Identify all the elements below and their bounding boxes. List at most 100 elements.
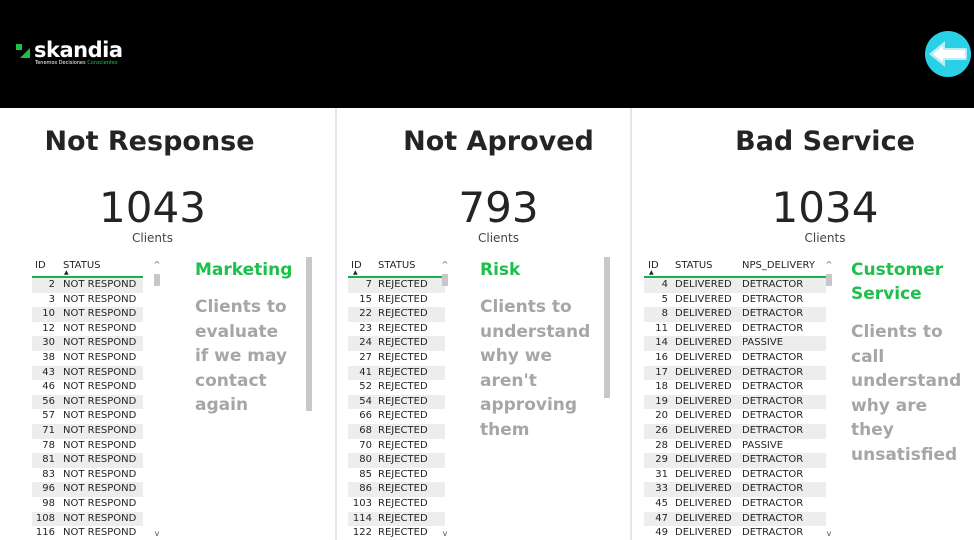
table-row[interactable]: 103 REJECTED: [348, 497, 445, 512]
cell-status: DELIVERED: [675, 366, 732, 378]
table-row[interactable]: 66 REJECTED: [348, 409, 445, 424]
scroll-thumb[interactable]: [826, 274, 832, 286]
table-row[interactable]: 46 NOT RESPOND: [32, 380, 143, 395]
table-row[interactable]: 80 REJECTED: [348, 453, 445, 468]
cell-id: 15: [359, 293, 372, 305]
column-header-id[interactable]: ID: [35, 260, 46, 271]
cell-status: NOT RESPOND: [63, 527, 137, 539]
table-row[interactable]: 43 NOT RESPOND: [32, 365, 143, 381]
table-row[interactable]: 47 DELIVERED DETRACTOR: [644, 511, 826, 527]
table-row[interactable]: 68 REJECTED: [348, 423, 445, 439]
table-row[interactable]: 20 DELIVERED DETRACTOR: [644, 409, 826, 424]
cell-status: DELIVERED: [675, 424, 732, 436]
cell-id: 66: [359, 410, 372, 422]
column-header-nps-delivery[interactable]: NPS_DELIVERY: [742, 260, 815, 271]
status-table[interactable]: ID STATUS ▲ 2 NOT RESPOND 3 NOT RESPOND 10 NO…: [32, 258, 143, 540]
cell-status: DELIVERED: [675, 337, 732, 349]
table-row[interactable]: 116 NOT RESPOND: [32, 526, 143, 540]
table-row[interactable]: 26 DELIVERED DETRACTOR: [644, 423, 826, 439]
table-row[interactable]: 56 NOT RESPOND: [32, 394, 143, 410]
table-row[interactable]: 29 DELIVERED DETRACTOR: [644, 453, 826, 468]
cell-id: 30: [42, 337, 55, 349]
cell-nps-delivery: DETRACTOR: [742, 497, 804, 509]
table-row[interactable]: 19 DELIVERED DETRACTOR: [644, 394, 826, 410]
table-row[interactable]: 31 DELIVERED DETRACTOR: [644, 468, 826, 483]
scroll-down-icon[interactable]: v: [153, 529, 161, 538]
scroll-up-icon[interactable]: ^: [825, 260, 833, 269]
cell-id: 108: [35, 512, 55, 524]
cell-status: REJECTED: [378, 454, 428, 466]
table-row[interactable]: 22 REJECTED: [348, 307, 445, 322]
table-row[interactable]: 81 NOT RESPOND: [32, 453, 143, 468]
back-button[interactable]: [925, 31, 971, 77]
table-row[interactable]: 4 DELIVERED DETRACTOR: [644, 278, 826, 293]
table-row[interactable]: 5 DELIVERED DETRACTOR: [644, 293, 826, 308]
status-table[interactable]: ID ▲ STATUS 7 REJECTED 15 REJECTED 22 REJECTE…: [348, 258, 445, 540]
text-scrollbar[interactable]: [604, 257, 610, 398]
table-header: ID ▲ STATUS: [348, 258, 445, 278]
table-row[interactable]: 78 NOT RESPOND: [32, 439, 143, 454]
scroll-thumb[interactable]: [154, 274, 160, 286]
cell-status: REJECTED: [378, 293, 428, 305]
table-scrollbar[interactable]: ^ v: [441, 260, 449, 540]
table-row[interactable]: 114 REJECTED: [348, 511, 445, 527]
table-row[interactable]: 57 NOT RESPOND: [32, 409, 143, 424]
team-description: Clients to call understand why are they …: [851, 322, 962, 465]
cell-id: 96: [42, 483, 55, 495]
table-row[interactable]: 18 DELIVERED DETRACTOR: [644, 380, 826, 395]
scroll-up-icon[interactable]: ^: [153, 260, 161, 269]
table-row[interactable]: 7 REJECTED: [348, 278, 445, 293]
column-header-status[interactable]: STATUS: [675, 260, 713, 271]
scroll-down-icon[interactable]: v: [825, 529, 833, 538]
table-row[interactable]: 83 NOT RESPOND: [32, 468, 143, 483]
panel-bad-service: Bad Service 1034 Clients ID ▲ STATUS NPS…: [632, 108, 974, 540]
cell-id: 47: [655, 512, 668, 524]
scroll-thumb[interactable]: [442, 274, 448, 286]
table-row[interactable]: 52 REJECTED: [348, 380, 445, 395]
table-row[interactable]: 12 NOT RESPOND: [32, 322, 143, 337]
table-row[interactable]: 86 REJECTED: [348, 482, 445, 497]
cell-id: 43: [42, 366, 55, 378]
table-scrollbar[interactable]: ^ v: [825, 260, 833, 540]
cell-status: DELIVERED: [675, 483, 732, 495]
status-table[interactable]: ID ▲ STATUS NPS_DELIVERY 4 DELIVERED DETRA…: [644, 258, 826, 540]
table-row[interactable]: 85 REJECTED: [348, 468, 445, 483]
table-row[interactable]: 3 NOT RESPOND: [32, 293, 143, 308]
table-row[interactable]: 24 REJECTED: [348, 336, 445, 351]
cell-id: 3: [48, 293, 55, 305]
scroll-down-icon[interactable]: v: [441, 529, 449, 538]
table-row[interactable]: 23 REJECTED: [348, 322, 445, 337]
table-row[interactable]: 16 DELIVERED DETRACTOR: [644, 351, 826, 366]
table-row[interactable]: 2 NOT RESPOND: [32, 278, 143, 293]
table-row[interactable]: 15 REJECTED: [348, 293, 445, 308]
table-row[interactable]: 49 DELIVERED DETRACTOR: [644, 526, 826, 540]
scroll-up-icon[interactable]: ^: [441, 260, 449, 269]
table-row[interactable]: 10 NOT RESPOND: [32, 307, 143, 322]
table-row[interactable]: 70 REJECTED: [348, 439, 445, 454]
table-scrollbar[interactable]: ^ v: [153, 260, 161, 540]
table-row[interactable]: 122 REJECTED: [348, 526, 445, 540]
table-row[interactable]: 27 REJECTED: [348, 351, 445, 366]
cell-id: 116: [35, 527, 55, 539]
table-row[interactable]: 54 REJECTED: [348, 394, 445, 410]
table-row[interactable]: 38 NOT RESPOND: [32, 351, 143, 366]
table-row[interactable]: 108 NOT RESPOND: [32, 511, 143, 527]
table-row[interactable]: 14 DELIVERED PASSIVE: [644, 336, 826, 351]
table-row[interactable]: 41 REJECTED: [348, 365, 445, 381]
table-row[interactable]: 17 DELIVERED DETRACTOR: [644, 365, 826, 381]
cell-id: 16: [655, 351, 668, 363]
table-row[interactable]: 71 NOT RESPOND: [32, 423, 143, 439]
text-scrollbar[interactable]: [306, 257, 312, 411]
table-row[interactable]: 98 NOT RESPOND: [32, 497, 143, 512]
table-row[interactable]: 33 DELIVERED DETRACTOR: [644, 482, 826, 497]
cell-status: DELIVERED: [675, 308, 732, 320]
table-row[interactable]: 28 DELIVERED PASSIVE: [644, 439, 826, 454]
table-row[interactable]: 30 NOT RESPOND: [32, 336, 143, 351]
table-row[interactable]: 45 DELIVERED DETRACTOR: [644, 497, 826, 512]
panel-title: Bad Service: [735, 126, 915, 157]
table-row[interactable]: 96 NOT RESPOND: [32, 482, 143, 497]
table-row[interactable]: 11 DELIVERED DETRACTOR: [644, 322, 826, 337]
table-row[interactable]: 8 DELIVERED DETRACTOR: [644, 307, 826, 322]
cell-status: NOT RESPOND: [63, 322, 137, 334]
column-header-status[interactable]: STATUS: [378, 260, 416, 271]
